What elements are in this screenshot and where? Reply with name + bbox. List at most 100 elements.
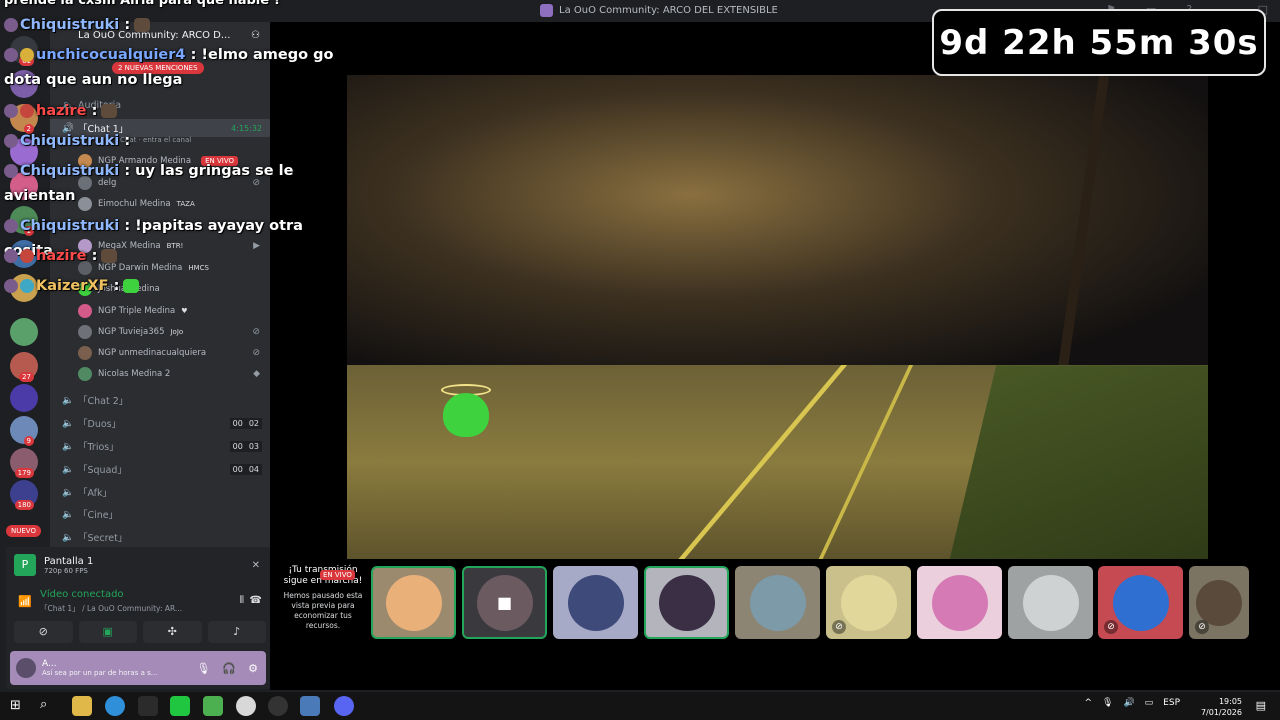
gear-icon[interactable]: ⚙ [248,662,258,675]
headphones-icon[interactable]: 🎧 [222,662,236,675]
member-row[interactable]: Nicolas Medina 2 ◆ [78,364,268,384]
member-row[interactable]: NGP unmedinacualquiera ⊘ [78,343,268,363]
chevron-up-icon[interactable]: ^ [1084,698,1092,708]
participant-tile[interactable]: ⊘ [1189,566,1249,639]
disconnect-icon[interactable]: ☎ [250,595,262,606]
muted-icon: ⊘ [252,348,260,358]
avatar [78,239,92,253]
participant-tile[interactable]: ⊘ [1098,566,1183,639]
channel-chat-1[interactable]: 🔊 「Chat 1」 4:15:32 [50,119,270,137]
language-indicator[interactable]: ESP [1163,698,1180,708]
member-row[interactable]: NGP Triple Medina ♥ [78,301,268,321]
channel-auditoria[interactable]: 🔈 Auditoria [50,96,270,114]
participant-tile[interactable] [371,566,456,639]
server-icon-8[interactable] [10,318,38,346]
server-icon-10[interactable] [10,384,38,412]
member-row[interactable]: NGP Darwin Medina HMCS [78,258,268,278]
server-icon-12[interactable]: 179 [10,448,38,478]
channel-cine[interactable]: 🔈 「Cine」 [50,505,270,523]
share-screen-button[interactable]: ▣ [78,621,137,643]
server-icon-7[interactable] [10,274,38,302]
user-name: A... [42,659,57,669]
participant-tile[interactable] [553,566,638,639]
member-row[interactable]: Eimochul Medina TAZA [78,194,268,214]
edge-browser-icon[interactable] [105,696,125,716]
avatar[interactable] [16,658,36,678]
shield-icon: ◆ [253,369,260,379]
participant-tile[interactable] [644,566,729,639]
server-icon-1[interactable] [10,70,38,98]
avatar [931,574,988,631]
channel-secret[interactable]: 🔈 「Secret」 [50,528,270,546]
microphone-icon[interactable]: 🎙 [1102,698,1113,708]
server-icon-9[interactable]: 27 [10,352,38,382]
speaker-icon: 🔈 [62,463,74,475]
app-icon[interactable] [138,696,158,716]
member-name: NGP Armando Medina [98,156,192,166]
activities-button[interactable]: ✣ [143,621,202,643]
avatar [78,176,92,190]
channel-subtext: Chat · entra el canal [120,136,192,144]
channel-chat-2[interactable]: 🔈 「Chat 2」 [50,391,270,409]
server-icon-4[interactable] [10,172,38,200]
app-icon[interactable] [300,696,320,716]
member-name: Eimochul Medina [98,199,171,209]
member-row[interactable]: NGP Tuvieja365 JoJo ⊘ [78,322,268,342]
channel-afk[interactable]: 🔈 「Afk」 [50,483,270,501]
server-icon-2[interactable]: 2 [10,104,38,134]
search-icon[interactable]: ⌕ [40,697,47,712]
file-explorer-icon[interactable] [72,696,92,716]
discord-icon[interactable] [334,696,354,716]
window-title-text: La OuO Community: ARCO DEL EXTENSIBLE [559,5,778,16]
participant-tile[interactable]: ⊘ [826,566,911,639]
member-tag: ♥ [181,307,188,315]
user-limit-value: 04 [245,463,262,475]
add-friend-icon[interactable]: ⚇ [251,30,260,50]
network-icon[interactable]: ▭ [1145,698,1154,708]
microphone-icon[interactable]: 🎙 [196,662,210,675]
channel-squad[interactable]: 🔈 「Squad」 00 04 [50,460,270,478]
server-icon-3[interactable] [10,138,38,166]
app-icon[interactable] [203,696,223,716]
stream-video[interactable] [347,75,1208,559]
member-row[interactable]: MegaX Medina BTR! ▶ [78,236,268,256]
guild-name: La OuO Community: ARCO D... [78,30,231,41]
kick-icon[interactable] [170,696,190,716]
server-icon-11[interactable]: 9 [10,416,38,446]
soundboard-button[interactable]: ♪ [207,621,266,643]
new-servers-badge[interactable]: NUEVO [6,525,41,537]
stop-share-icon[interactable]: ✕ [252,560,260,571]
app-icon[interactable] [236,696,256,716]
participant-tile[interactable] [917,566,1002,639]
clock[interactable]: 19:05 7/01/2026 [1201,696,1242,718]
windows-start-icon[interactable]: ⊞ [10,698,21,713]
guild-header[interactable]: La OuO Community: ARCO D... ⚇ [50,22,270,50]
member-row[interactable]: delg ⊘ [78,173,268,193]
member-name: NGP Darwin Medina [98,263,183,273]
system-tray: ^ 🎙 🔊 ▭ ESP [1084,698,1180,708]
server-icon-5[interactable]: 1 [10,206,38,236]
avatar [78,282,92,296]
channel-trios[interactable]: 🔈 「Trios」 00 03 [50,437,270,455]
countdown-timer: 9d 22h 55m 30s [932,9,1266,76]
member-row[interactable]: Joshua Medina [78,279,268,299]
participant-tile[interactable] [1008,566,1093,639]
voice-connection[interactable]: 📶 Vídeo conectado 「Chat 1」 / La OuO Comm… [14,589,266,619]
channel-label: Auditoria [78,99,122,111]
server-icon-13[interactable]: 180 [10,480,38,510]
volume-icon[interactable]: 🔊 [1123,698,1134,708]
mentions-pill[interactable]: 2 NUEVAS MENCIONES [112,62,204,74]
screen-share-card[interactable]: P Pantalla 1 720p 60 FPS ✕ [10,549,266,581]
camera-off-button[interactable]: ⊘ [14,621,73,643]
notification-icon[interactable]: ▤ [1256,699,1266,712]
server-icon-6[interactable] [10,240,38,268]
member-row[interactable]: NGP Armando Medina EN VIVO [78,151,268,171]
obs-icon[interactable] [268,696,288,716]
channel-duos[interactable]: 🔈 「Duos」 00 02 [50,414,270,432]
avatar [840,574,897,631]
participant-tile[interactable] [735,566,820,639]
participant-tile[interactable]: ■ [462,566,547,639]
home-button[interactable]: 61 [10,36,38,66]
noise-suppression-icon[interactable]: ⫴ [240,595,244,606]
member-name: NGP unmedinacualquiera [98,348,207,358]
